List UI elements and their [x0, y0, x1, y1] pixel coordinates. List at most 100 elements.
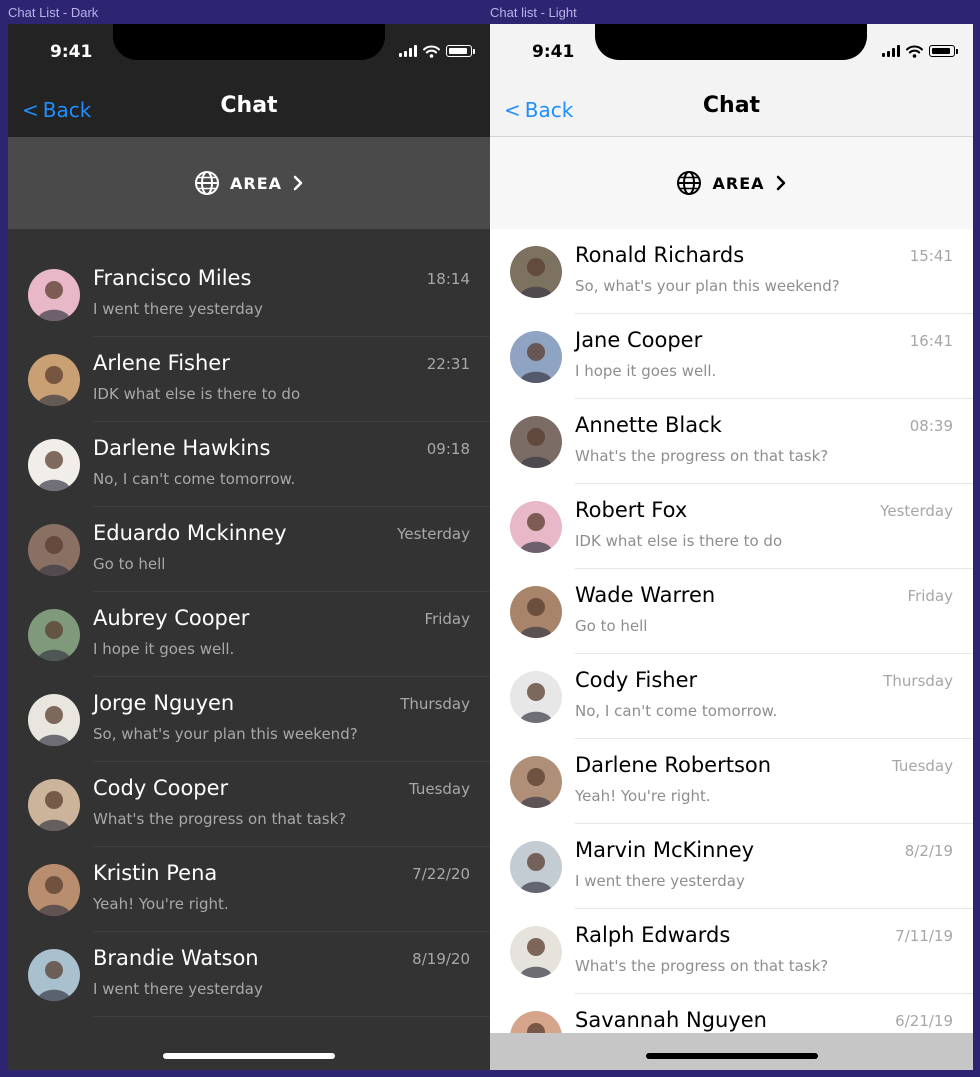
- person-icon: [519, 428, 553, 468]
- phone-dark: 9:41 < Back Chat AREA Francisco Miles I …: [8, 24, 490, 1070]
- last-message: I hope it goes well.: [575, 362, 717, 380]
- chat-list-item[interactable]: Marvin McKinney I went there yesterday 8/2…: [490, 824, 973, 909]
- last-message: Yeah! You're right.: [93, 895, 229, 913]
- chat-list-item[interactable]: Kristin Pena Yeah! You're right. 7/22/20: [8, 847, 490, 932]
- chat-list-item[interactable]: Brandie Watson I went there yesterday 8/19…: [8, 932, 490, 1017]
- chat-list: Ronald Richards So, what's your plan this…: [490, 229, 973, 1070]
- message-time: 7/22/20: [412, 865, 470, 883]
- chat-list-item[interactable]: Jorge Nguyen So, what's your plan this we…: [8, 677, 490, 762]
- last-message: IDK what else is there to do: [575, 532, 783, 550]
- contact-name: Darlene Hawkins: [93, 436, 271, 460]
- chevron-right-icon: [293, 175, 303, 191]
- message-time: Tuesday: [891, 757, 953, 775]
- person-icon: [519, 938, 553, 978]
- divider: [93, 1016, 490, 1017]
- last-message: Yeah! You're right.: [575, 787, 711, 805]
- chat-list-item[interactable]: Ronald Richards So, what's your plan this…: [490, 229, 973, 314]
- wifi-icon: [423, 45, 440, 58]
- frame-label-light: Chat list - Light: [490, 5, 577, 20]
- avatar: [510, 926, 562, 978]
- contact-name: Robert Fox: [575, 498, 688, 522]
- last-message: I hope it goes well.: [93, 640, 235, 658]
- contact-name: Ralph Edwards: [575, 923, 731, 947]
- status-time: 9:41: [50, 42, 93, 62]
- chat-list-item[interactable]: Cody Cooper What's the progress on that t…: [8, 762, 490, 847]
- avatar: [510, 671, 562, 723]
- chat-list-item[interactable]: Darlene Robertson Yeah! You're right. Tues…: [490, 739, 973, 824]
- person-icon: [37, 621, 71, 661]
- person-icon: [37, 366, 71, 406]
- avatar: [28, 949, 80, 1001]
- chat-list-item[interactable]: Wade Warren Go to hell Friday: [490, 569, 973, 654]
- nav-bar: < Back Chat: [8, 84, 490, 137]
- message-time: Thursday: [400, 695, 470, 713]
- message-time: Tuesday: [408, 780, 470, 798]
- home-area: [490, 1033, 973, 1070]
- contact-name: Cody Fisher: [575, 668, 698, 692]
- avatar: [510, 331, 562, 383]
- chat-list-item[interactable]: Cody Fisher No, I can't come tomorrow. Thu…: [490, 654, 973, 739]
- avatar: [28, 779, 80, 831]
- chevron-right-icon: [776, 175, 785, 191]
- chat-list-item[interactable]: Arlene Fisher IDK what else is there to d…: [8, 337, 490, 422]
- message-time: 18:14: [426, 270, 470, 288]
- chat-list-item[interactable]: Aubrey Cooper I hope it goes well. Friday: [8, 592, 490, 677]
- contact-name: Ronald Richards: [575, 243, 745, 267]
- person-icon: [37, 706, 71, 746]
- last-message: Go to hell: [575, 617, 648, 635]
- person-icon: [519, 258, 553, 298]
- phone-light: 9:41 < Back Chat AREA Ronald Richards So…: [490, 24, 973, 1070]
- status-bar: 9:41: [490, 24, 973, 84]
- home-indicator[interactable]: [163, 1053, 335, 1059]
- contact-name: Savannah Nguyen: [575, 1008, 767, 1032]
- system-icons: [882, 44, 958, 58]
- contact-name: Francisco Miles: [93, 266, 252, 290]
- contact-name: Kristin Pena: [93, 861, 218, 885]
- nav-bar: < Back Chat: [490, 84, 973, 137]
- chat-list-item[interactable]: Eduardo Mckinney Go to hell Yesterday: [8, 507, 490, 592]
- signal-icon: [882, 45, 900, 57]
- person-icon: [519, 598, 553, 638]
- chat-list-item[interactable]: Francisco Miles I went there yesterday 18:…: [8, 252, 490, 337]
- contact-name: Cody Cooper: [93, 776, 229, 800]
- last-message: IDK what else is there to do: [93, 385, 301, 403]
- message-time: Thursday: [883, 672, 953, 690]
- message-time: 7/11/19: [895, 927, 953, 945]
- home-area: [8, 1033, 490, 1070]
- area-selector[interactable]: AREA: [490, 137, 973, 229]
- chat-list-item[interactable]: Ralph Edwards What's the progress on that…: [490, 909, 973, 994]
- chat-list: Francisco Miles I went there yesterday 18:…: [8, 252, 490, 1017]
- last-message: No, I can't come tomorrow.: [575, 702, 778, 720]
- notch: [595, 24, 867, 60]
- last-message: So, what's your plan this weekend?: [575, 277, 840, 295]
- chat-list-item[interactable]: Jane Cooper I hope it goes well. 16:41: [490, 314, 973, 399]
- avatar: [510, 841, 562, 893]
- person-icon: [37, 281, 71, 321]
- globe-icon: [194, 171, 219, 195]
- last-message: I went there yesterday: [93, 300, 263, 318]
- wifi-icon: [906, 45, 923, 58]
- chat-list-item[interactable]: Robert Fox IDK what else is there to do Ye…: [490, 484, 973, 569]
- notch: [113, 24, 385, 60]
- home-indicator[interactable]: [645, 1053, 818, 1059]
- avatar: [28, 354, 80, 406]
- contact-name: Jorge Nguyen: [93, 691, 235, 715]
- avatar: [28, 439, 80, 491]
- contact-name: Aubrey Cooper: [93, 606, 250, 630]
- signal-icon: [399, 45, 417, 57]
- message-time: 09:18: [426, 440, 470, 458]
- avatar: [510, 501, 562, 553]
- page-title: Chat: [702, 93, 761, 118]
- globe-icon: [677, 171, 702, 195]
- contact-name: Arlene Fisher: [93, 351, 230, 375]
- message-time: 22:31: [426, 355, 470, 373]
- chat-list-item[interactable]: Darlene Hawkins No, I can't come tomorrow…: [8, 422, 490, 507]
- chat-list-item[interactable]: Annette Black What's the progress on that…: [490, 399, 973, 484]
- avatar: [28, 694, 80, 746]
- area-label: AREA: [712, 173, 765, 193]
- message-time: 8/19/20: [412, 950, 470, 968]
- area-selector[interactable]: AREA: [8, 137, 490, 229]
- last-message: I went there yesterday: [575, 872, 745, 890]
- last-message: Go to hell: [93, 555, 166, 573]
- message-time: Friday: [424, 610, 470, 628]
